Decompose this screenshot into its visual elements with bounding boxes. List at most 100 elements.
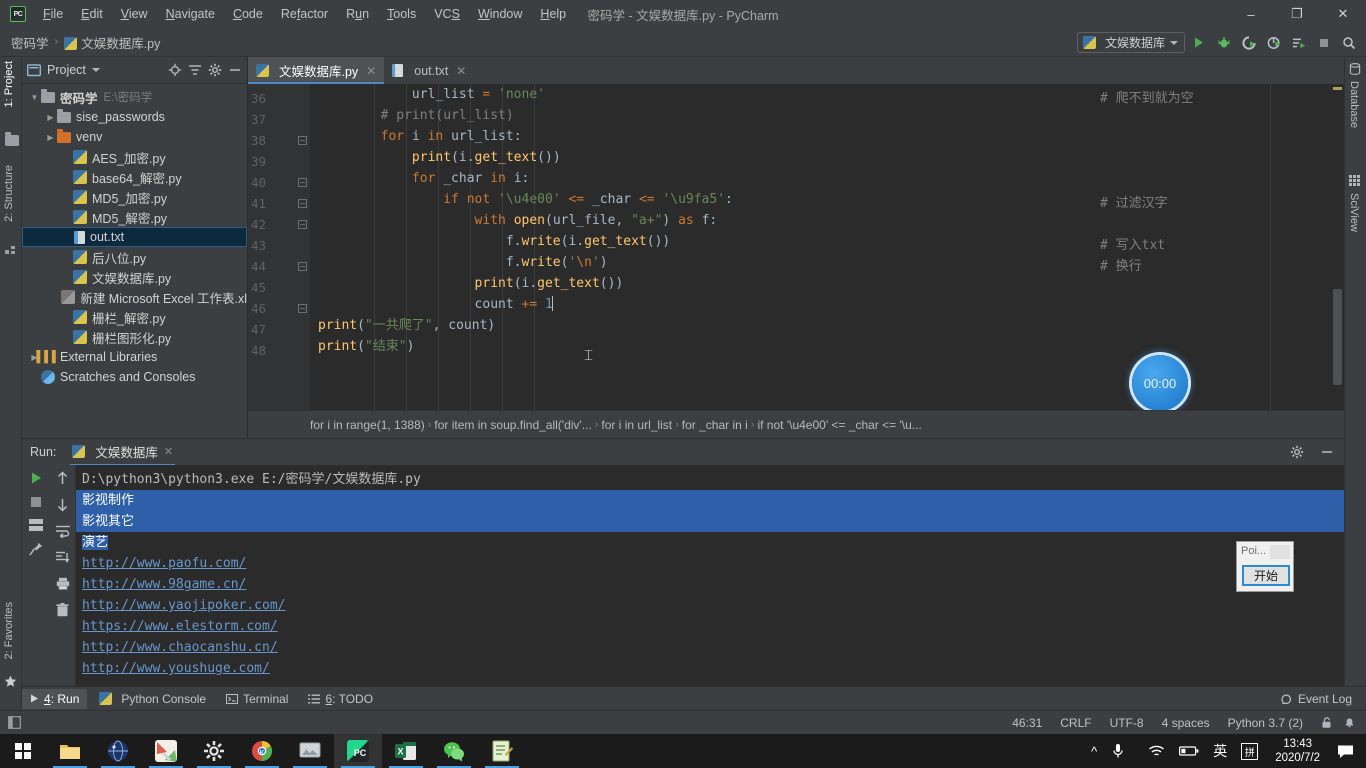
tool-tab-todo[interactable]: 6: TODO <box>300 689 381 709</box>
tray-battery-icon[interactable] <box>1172 745 1206 757</box>
tree-expand-arrow-icon[interactable]: ▼ <box>28 93 41 102</box>
console-url-link[interactable]: http://www.yaojipoker.com/ <box>82 598 286 613</box>
close-tab-icon[interactable]: ✕ <box>366 64 376 78</box>
console-link-line[interactable]: http://www.chaocanshu.cn/ <box>82 637 1344 658</box>
profile-button[interactable] <box>1262 31 1285 54</box>
code-fold-toggle[interactable]: – <box>298 304 307 313</box>
code-fold-toggle[interactable]: – <box>298 136 307 145</box>
console-url-link[interactable]: http://www.chaocanshu.cn/ <box>82 640 278 655</box>
poi-popup-dialog[interactable]: Poi... 开始 <box>1236 541 1294 592</box>
run-coverage-button[interactable] <box>1237 31 1260 54</box>
project-tree-item[interactable]: Scratches and Consoles <box>22 367 247 387</box>
status-line-separator[interactable]: CRLF <box>1051 716 1100 730</box>
rerun-button[interactable] <box>29 471 43 485</box>
project-tree-item[interactable]: ▼ 密码学 E:\密码学 <box>22 87 247 107</box>
project-tree-item[interactable]: 新建 Microsoft Excel 工作表.xl <box>22 287 247 307</box>
console-link-line[interactable]: http://www.98game.cn/ <box>82 574 1344 595</box>
toggle-tasks-button[interactable] <box>29 519 43 531</box>
run-session-tab[interactable]: 文娱数据库 ✕ <box>66 439 179 466</box>
lock-icon[interactable] <box>1312 716 1341 729</box>
menu-file[interactable]: File <box>34 3 72 25</box>
console-url-link[interactable]: https://www.elestorm.com/ <box>82 619 278 634</box>
hide-run-window-icon[interactable] <box>1320 445 1344 459</box>
editor-tab[interactable]: 文娱数据库.py ✕ <box>248 57 385 84</box>
status-indent[interactable]: 4 spaces <box>1153 716 1219 730</box>
project-tree-item[interactable]: MD5_解密.py <box>22 207 247 227</box>
tool-tab-terminal[interactable]: Terminal <box>218 689 296 709</box>
project-tree-item[interactable]: ▶ venv <box>22 127 247 147</box>
event-log-button[interactable]: Event Log <box>1281 692 1366 706</box>
warning-marker[interactable] <box>1333 87 1342 90</box>
project-tree-item[interactable]: ▶ ▌▌▌ External Libraries <box>22 347 247 367</box>
settings-gear-icon[interactable] <box>208 63 222 77</box>
sidebar-item-database[interactable]: Database <box>1348 81 1360 128</box>
menu-help[interactable]: Help <box>531 3 575 25</box>
status-caret-position[interactable]: 46:31 <box>1003 716 1051 730</box>
tray-ime-language[interactable]: 英 <box>1206 741 1234 761</box>
taskbar-file-explorer[interactable] <box>46 734 94 768</box>
taskbar-settings[interactable] <box>190 734 238 768</box>
code-fold-toggle[interactable]: – <box>298 199 307 208</box>
console-url-link[interactable]: http://www.98game.cn/ <box>82 577 246 592</box>
show-tool-windows-icon[interactable] <box>0 716 21 729</box>
tray-chevron-up-icon[interactable]: ^ <box>1084 744 1104 759</box>
menu-refactor[interactable]: Refactor <box>272 3 337 25</box>
tool-tab-run[interactable]: 4: Run <box>22 688 88 709</box>
taskbar-network-app[interactable] <box>94 734 142 768</box>
run-timer-widget[interactable]: 00:00 <box>1132 355 1188 411</box>
search-everywhere-icon[interactable] <box>1337 31 1360 54</box>
project-tree-item[interactable]: MD5_加密.py <box>22 187 247 207</box>
tray-notification-icon[interactable] <box>1330 744 1366 759</box>
run-settings-gear-icon[interactable] <box>1290 445 1310 459</box>
console-link-line[interactable]: http://www.youshuge.com/ <box>82 658 1344 679</box>
taskbar-notepad-app[interactable] <box>478 734 526 768</box>
tool-tab-python-console[interactable]: Python Console <box>91 689 214 709</box>
taskbar-screenshot-tool[interactable] <box>286 734 334 768</box>
taskbar-paint-app[interactable] <box>142 734 190 768</box>
start-menu-button[interactable] <box>0 734 46 768</box>
run-configuration-selector[interactable]: 文娱数据库 <box>1076 32 1185 53</box>
menu-window[interactable]: Window <box>469 3 531 25</box>
breadcrumb-file[interactable]: 文娱数据库.py <box>61 33 163 52</box>
code-breadcrumb-item[interactable]: for i in range(1, 1388) <box>310 418 425 432</box>
tree-expand-arrow-icon[interactable]: ▶ <box>44 133 57 142</box>
notification-bell-icon[interactable] <box>1341 716 1366 729</box>
project-tree-item[interactable]: 栅栏图形化.py <box>22 327 247 347</box>
menu-tools[interactable]: Tools <box>378 3 425 25</box>
project-tree-item[interactable]: ▶ sise_passwords <box>22 107 247 127</box>
close-session-icon[interactable]: ✕ <box>164 445 173 458</box>
console-link-line[interactable]: http://www.yaojipoker.com/ <box>82 595 1344 616</box>
tray-wifi-icon[interactable] <box>1132 744 1172 758</box>
sidebar-item-project[interactable]: 1: Project <box>3 61 15 107</box>
sidebar-item-sciview[interactable]: SciView <box>1348 193 1360 232</box>
pin-tab-button[interactable] <box>29 542 43 556</box>
breadcrumb-project[interactable]: 密码学 <box>8 33 52 52</box>
tray-clock[interactable]: 13:43 2020/7/2 <box>1265 737 1330 765</box>
collapse-all-icon[interactable] <box>188 63 202 77</box>
print-icon[interactable] <box>56 577 70 590</box>
stop-button[interactable] <box>1312 31 1335 54</box>
sidebar-item-favorites[interactable]: 2: Favorites <box>3 602 15 659</box>
debug-button[interactable] <box>1212 31 1235 54</box>
code-breadcrumb-item[interactable]: for _char in i <box>682 418 748 432</box>
tray-mic-icon[interactable] <box>1104 743 1132 759</box>
stop-process-button[interactable] <box>30 496 42 508</box>
run-button[interactable] <box>1187 31 1210 54</box>
scrollbar-thumb[interactable] <box>1333 289 1342 385</box>
menu-edit[interactable]: Edit <box>72 3 112 25</box>
taskbar-chrome[interactable]: K <box>238 734 286 768</box>
code-fold-toggle[interactable]: – <box>298 220 307 229</box>
taskbar-pycharm[interactable]: PC <box>334 734 382 768</box>
hide-panel-icon[interactable] <box>228 63 242 77</box>
minimize-button[interactable]: – <box>1228 0 1274 28</box>
editor-gutter[interactable]: 36 37 38 – 39 40 – 41 – 42 – 43 44 – 45 46 – 47 48 <box>248 84 310 438</box>
console-link-line[interactable]: http://www.paofu.com/ <box>82 553 1344 574</box>
soft-wrap-icon[interactable] <box>55 525 70 538</box>
close-tab-icon[interactable]: ✕ <box>456 64 466 78</box>
project-tree-item[interactable]: 文娱数据库.py <box>22 267 247 287</box>
code-editor[interactable]: 36 37 38 – 39 40 – 41 – 42 – 43 44 – 45 46 – 47 48 url_lis… <box>248 84 1344 438</box>
up-arrow-icon[interactable] <box>56 471 69 485</box>
menu-run[interactable]: Run <box>337 3 378 25</box>
project-tree-item[interactable]: 后八位.py <box>22 247 247 267</box>
tree-expand-arrow-icon[interactable]: ▶ <box>44 113 57 122</box>
